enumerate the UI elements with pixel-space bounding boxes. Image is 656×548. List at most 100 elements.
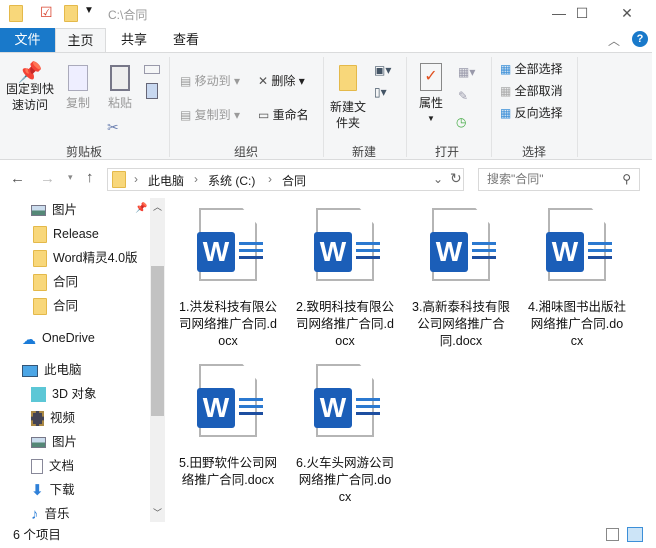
copy-button[interactable]: 复制 [62,65,94,111]
paste-shortcut-icon[interactable] [146,83,158,99]
up-button[interactable]: ↑ [86,169,94,186]
rename-button[interactable]: ▭ 重命名 [258,107,309,123]
select-group-label: 选择 [521,145,546,159]
properties-quick-icon[interactable]: ☑ [40,4,53,21]
nav-item-pictures-quick[interactable]: 图片 [31,199,77,221]
tab-home[interactable]: 主页 [55,28,106,53]
nav-item-videos[interactable]: 视频 [31,407,75,429]
new-folder-button[interactable]: 新建文件夹 [330,65,366,131]
file-item[interactable]: W 3.高新泰科技有限公司网络推广合同.docx [406,208,516,350]
help-icon[interactable]: ? [632,31,648,47]
invert-selection-icon: ▦ [500,106,515,120]
videos-icon [31,411,44,427]
nav-item-contracts-1[interactable]: 合同 [33,271,78,293]
invert-selection-button[interactable]: ▦ 反向选择 [500,105,563,121]
open-group-label: 打开 [434,145,459,159]
downloads-icon: ⬇ [31,481,44,499]
tab-file[interactable]: 文件 [0,28,55,53]
copy-to-button[interactable]: ▤ 复制到 ▾ [180,107,240,123]
breadcrumb-c-drive[interactable]: 系统 (C:) [208,172,255,189]
new-group-label: 新建 [351,145,376,159]
file-name: 5.田野软件公司网络推广合同.docx [179,456,277,487]
pinned-icon: 📌 [135,203,148,214]
move-to-button[interactable]: ▤ 移动到 ▾ [180,73,240,89]
large-icons-view-button[interactable] [627,527,643,542]
close-button[interactable]: ✕ [604,0,650,27]
title-bar: ☑ ▼ C:\合同 — ☐ ✕ [0,0,652,27]
new-item-icon[interactable]: ▣▾ [374,63,391,77]
history-icon[interactable]: ◷ [456,115,466,129]
properties-button[interactable]: ✓ 属性 ▼ [416,63,446,127]
rename-icon: ▭ [258,108,273,122]
scroll-up-icon[interactable]: ︿ [153,200,162,213]
folder-icon [9,5,23,22]
tab-share[interactable]: 共享 [110,28,158,53]
details-view-button[interactable] [606,528,619,541]
file-item[interactable]: W 5.田野软件公司网络推广合同.docx [173,364,283,489]
new-folder-icon [339,65,357,91]
breadcrumb-contracts[interactable]: 合同 [282,172,306,189]
nav-item-3d-objects[interactable]: 3D 对象 [31,383,96,405]
properties-icon: ✓ [420,63,442,91]
nav-item-contracts-2[interactable]: 合同 [33,295,78,317]
file-item[interactable]: W 2.致明科技有限公司网络推广合同.docx [290,208,400,350]
nav-item-release[interactable]: Release [33,223,99,245]
select-none-button[interactable]: ▦ 全部取消 [500,83,563,99]
file-item[interactable]: W 6.火车头网游公司网络推广合同.docx [290,364,400,506]
select-all-icon: ▦ [500,62,515,76]
window-title: C:\合同 [108,8,148,22]
organize-group-label: 组织 [233,145,258,159]
recent-locations-button[interactable]: ▾ [68,172,73,183]
scroll-down-icon[interactable]: ﹀ [153,506,162,519]
scrollbar-thumb[interactable] [151,266,164,416]
pictures-icon [31,205,46,217]
search-input[interactable]: 搜索"合同" ⚲ [478,168,640,191]
copy-path-icon[interactable] [144,65,160,74]
nav-item-documents[interactable]: 文档 [31,455,74,477]
file-name: 6.火车头网游公司网络推广合同.docx [296,456,394,504]
new-folder-quick-icon[interactable] [64,5,78,22]
word-logo-icon: W [314,388,352,428]
maximize-button[interactable]: ☐ [559,0,605,27]
file-list: W 1.洪发科技有限公司网络推广合同.docx W 2.致明科技有限公司网络推广合同.… [170,198,652,522]
folder-icon [33,274,47,292]
edit-icon[interactable]: ✎ [458,89,468,103]
nav-scrollbar[interactable]: ︿ ﹀ [150,198,165,522]
paste-button[interactable]: 粘贴 [104,65,136,111]
customize-qat-icon[interactable]: ▼ [84,5,94,16]
pictures-icon [31,437,46,449]
nav-item-word-jingling[interactable]: Word精灵4.0版 [33,247,138,269]
select-all-button[interactable]: ▦ 全部选择 [500,61,563,77]
move-icon: ▤ [180,74,195,88]
pin-icon: 📌 [17,62,43,84]
word-logo-icon: W [197,232,235,272]
forward-button[interactable]: → [40,170,55,187]
folder-icon [33,250,47,268]
pin-quick-access-button[interactable]: 📌 固定到快速访问 [4,62,56,113]
delete-icon: ✕ [258,74,272,88]
nav-item-downloads[interactable]: ⬇ 下载 [31,479,75,501]
back-button[interactable]: ← [10,170,25,187]
word-logo-icon: W [314,232,352,272]
clipboard-group-label: 剪贴板 [65,145,102,159]
file-item[interactable]: W 4.湘味图书出版社网络推广合同.docx [522,208,632,350]
tab-view[interactable]: 查看 [162,28,210,53]
collapse-ribbon-icon[interactable]: ︿ [608,32,620,49]
delete-button[interactable]: ✕ 删除 ▾ [258,73,305,89]
onedrive-icon: ☁ [22,330,36,347]
nav-item-pictures[interactable]: 图片 [31,431,77,453]
open-icon[interactable]: ▦▾ [458,65,475,79]
address-bar[interactable]: › 此电脑 › 系统 (C:) › 合同 ⌄ [107,168,464,191]
easy-access-icon[interactable]: ▯▾ [374,85,387,99]
breadcrumb-this-pc[interactable]: 此电脑 [148,172,184,189]
file-name: 3.高新泰科技有限公司网络推广合同.docx [412,300,510,348]
address-dropdown-icon[interactable]: ⌄ [433,172,443,186]
cut-icon[interactable]: ✂ [107,119,119,136]
file-item[interactable]: W 1.洪发科技有限公司网络推广合同.docx [173,208,283,350]
refresh-button[interactable]: ↻ [450,170,462,187]
copy-to-icon: ▤ [180,108,195,122]
nav-item-this-pc[interactable]: 此电脑 [22,359,82,381]
folder-icon [112,171,126,188]
nav-item-onedrive[interactable]: ☁ OneDrive [22,327,95,349]
word-logo-icon: W [197,388,235,428]
